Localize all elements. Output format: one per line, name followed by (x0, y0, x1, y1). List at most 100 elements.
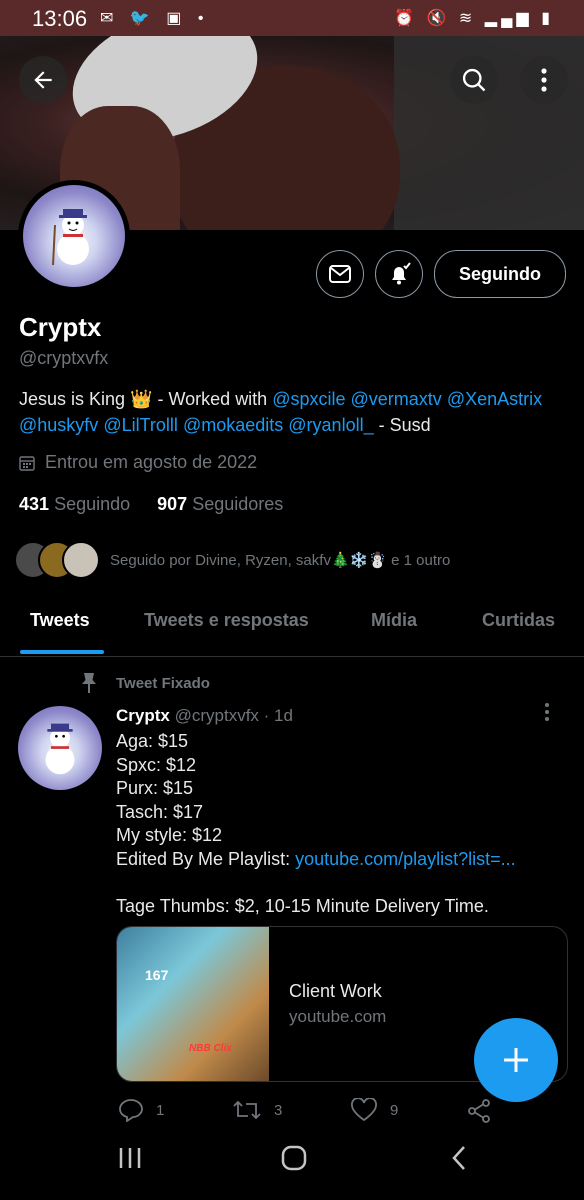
status-dot: • (197, 10, 210, 27)
pinned-label: Tweet Fixado (80, 672, 210, 694)
thumbnail-number: 167 (145, 967, 169, 983)
snowman-illustration (52, 209, 89, 266)
like-count: 9 (390, 1101, 399, 1119)
reply-button[interactable]: 1 (118, 1098, 164, 1122)
tweet-avatar[interactable] (18, 706, 102, 790)
follow-counts: 431 Seguindo 907 Seguidores (19, 494, 283, 515)
bell-check-icon (392, 262, 411, 285)
mention-link[interactable]: @XenAstrix (447, 389, 542, 409)
tweet-author[interactable]: Cryptx (116, 706, 170, 725)
retweet-count: 3 (274, 1101, 283, 1119)
joined-text: Entrou em agosto de 2022 (45, 452, 258, 472)
thumbnail-tag: NBB Clix (189, 1043, 232, 1054)
tweet-line: My style: $12 (116, 825, 223, 845)
share-icon (468, 1099, 490, 1123)
more-vertical-icon (541, 68, 547, 92)
like-button[interactable]: 9 (350, 1098, 398, 1122)
tweet-line: Aga: $15 (116, 731, 189, 751)
mention-link[interactable]: @LilTrolll (103, 415, 178, 435)
mention-link[interactable]: @mokaedits (183, 415, 283, 435)
pinned-text: Tweet Fixado (116, 674, 210, 692)
back-arrow-icon (34, 71, 52, 89)
outlook-icon: ✉ (100, 10, 120, 27)
tab-tweets[interactable]: Tweets (30, 610, 90, 631)
notifications-button[interactable] (375, 250, 423, 298)
tweet-line: Purx: $15 (116, 778, 194, 798)
tweet-handle: @cryptxvfx (174, 706, 259, 725)
more-vertical-icon (545, 703, 549, 721)
mention-link[interactable]: @spxcile (272, 389, 345, 409)
search-button[interactable] (450, 56, 498, 104)
active-tab-indicator (20, 650, 104, 654)
followed-by-text: Seguido por Divine, Ryzen, sakfv🎄❄️☃️ e … (110, 552, 451, 569)
message-button[interactable] (316, 250, 364, 298)
retweet-button[interactable]: 3 (232, 1098, 282, 1122)
playlist-label: Edited By Me Playlist: (116, 848, 296, 869)
system-navigation-bar (0, 1130, 584, 1200)
more-options-button[interactable] (520, 56, 568, 104)
tweet-time: · 1d (263, 706, 293, 725)
followers-link[interactable]: 907 Seguidores (157, 494, 283, 514)
twitch-icon: ▣ (166, 10, 188, 27)
tweet-line: Tasch: $17 (116, 801, 204, 822)
pin-icon (82, 673, 96, 693)
bio-text: Jesus is King (19, 389, 126, 409)
reply-count: 1 (156, 1101, 165, 1119)
profile-bio: Jesus is King 👑 - Worked with @spxcile @… (19, 386, 569, 438)
reply-icon (119, 1099, 143, 1122)
system-icons: ⏰ 🔇 ≋ ▂▄▆ ▮ (394, 8, 554, 28)
following-button[interactable]: Seguindo (434, 250, 566, 298)
tweet-line: Spxc: $12 (116, 754, 197, 775)
profile-avatar[interactable] (18, 180, 130, 292)
compose-tweet-button[interactable] (474, 1018, 558, 1102)
joined-date: Entrou em agosto de 2022 (19, 452, 257, 473)
twitter-icon: 🐦 (129, 10, 156, 27)
notification-icons: ✉ 🐦 ▣ • (100, 8, 209, 28)
tab-media[interactable]: Mídia (371, 610, 417, 631)
tweet-more-button[interactable] (544, 702, 550, 728)
share-button[interactable] (466, 1098, 492, 1124)
mute-icon: 🔇 (426, 10, 451, 27)
tweet-text: Aga: $15 Spxc: $12 Purx: $15 Tasch: $17 … (116, 730, 556, 918)
mention-link[interactable]: @vermaxtv (351, 389, 442, 409)
card-title: Client Work (289, 981, 382, 1001)
mail-icon (329, 265, 351, 283)
profile-tabs: Tweets Tweets e respostas Mídia Curtidas (0, 596, 584, 657)
plus-icon (504, 1048, 528, 1072)
tweet-header: Cryptx @cryptxvfx · 1d (116, 706, 293, 726)
mention-link[interactable]: @ryanloll_ (288, 415, 373, 435)
wifi-icon: ≋ (458, 10, 477, 27)
profile-name: Cryptx (19, 312, 102, 342)
home-button[interactable] (280, 1144, 308, 1180)
tab-likes[interactable]: Curtidas (482, 610, 555, 631)
tweet-actions: 1 3 9 (116, 1096, 576, 1126)
bio-text-suffix: - Susd (373, 415, 431, 435)
back-button[interactable] (19, 56, 67, 104)
chevron-left-icon (452, 1146, 465, 1170)
tab-tweets-replies[interactable]: Tweets e respostas (144, 610, 309, 631)
heart-icon (351, 1098, 377, 1122)
following-label: Seguindo (54, 494, 131, 514)
followers-label: Seguidores (192, 494, 284, 514)
calendar-icon (19, 455, 35, 471)
crown-emoji: 👑 (130, 389, 153, 409)
followers-count: 907 (157, 494, 188, 514)
bio-text-mid: - Worked with (152, 389, 273, 409)
snowman-illustration (45, 723, 75, 775)
system-back-button[interactable] (446, 1144, 474, 1180)
tweet-line: Tage Thumbs: $2, 10-15 Minute Delivery T… (116, 895, 489, 916)
recent-apps-button[interactable] (116, 1144, 144, 1180)
following-link[interactable]: 431 Seguindo (19, 494, 130, 514)
battery-icon: ▮ (541, 10, 554, 27)
mention-link[interactable]: @huskyfv (19, 415, 98, 435)
followed-by-row[interactable]: Seguido por Divine, Ryzen, sakfv🎄❄️☃️ e … (14, 540, 450, 580)
retweet-icon (233, 1100, 261, 1120)
avatar (62, 541, 100, 579)
tweet-line-playlist: Edited By Me Playlist: youtube.com/playl… (116, 848, 556, 872)
signal-icon: ▂▄▆ (484, 10, 533, 27)
status-time: 13:06 (32, 6, 88, 31)
card-domain: youtube.com (289, 1007, 387, 1026)
status-bar: 13:06 ✉ 🐦 ▣ • ⏰ 🔇 ≋ ▂▄▆ ▮ (0, 0, 584, 36)
profile-handle: @cryptxvfx (19, 348, 109, 368)
playlist-link[interactable]: youtube.com/playlist?list=... (295, 849, 516, 869)
